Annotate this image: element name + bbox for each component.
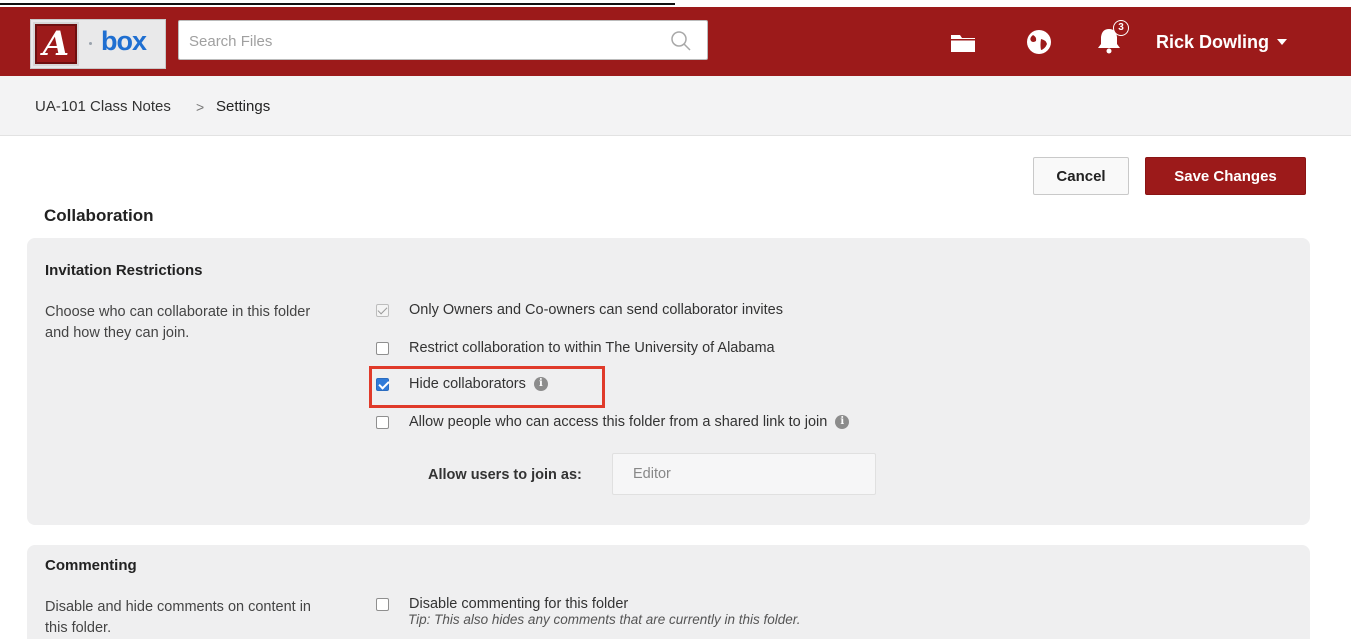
- user-menu[interactable]: Rick Dowling: [1156, 30, 1288, 54]
- search-box[interactable]: [178, 20, 708, 60]
- invitation-restrictions-panel: Invitation Restrictions Choose who can c…: [27, 238, 1310, 525]
- breadcrumb-folder-link[interactable]: UA-101 Class Notes: [35, 98, 171, 115]
- option-label: Only Owners and Co-owners can send colla…: [409, 302, 783, 318]
- top-line: [0, 3, 675, 5]
- chevron-down-icon: [1277, 39, 1288, 45]
- shared-link-join-checkbox[interactable]: [376, 415, 389, 429]
- option-shared-link-join[interactable]: Allow people who can access this folder …: [376, 412, 850, 432]
- search-icon[interactable]: [669, 30, 693, 52]
- panel-description: Disable and hide comments on content in …: [45, 599, 311, 636]
- search-input[interactable]: [189, 30, 649, 52]
- commenting-panel: Commenting Disable and hide comments on …: [27, 545, 1310, 639]
- save-changes-button[interactable]: Save Changes: [1145, 157, 1306, 195]
- breadcrumb-current: Settings: [216, 98, 271, 115]
- user-name: Rick Dowling: [1156, 31, 1270, 52]
- panel-heading: Commenting: [45, 557, 137, 574]
- cancel-button[interactable]: Cancel: [1033, 157, 1129, 195]
- option-restrict-university[interactable]: Restrict collaboration to within The Uni…: [376, 338, 775, 358]
- section-title-collaboration: Collaboration: [44, 206, 154, 225]
- join-as-select[interactable]: Editor: [612, 453, 876, 495]
- option-disable-commenting[interactable]: Disable commenting for this folder: [376, 594, 628, 614]
- notification-badge: 3: [1113, 20, 1129, 36]
- option-owners-only[interactable]: Only Owners and Co-owners can send colla…: [376, 300, 783, 320]
- tip-text: Tip: This also hides any comments that a…: [408, 612, 801, 627]
- university-logo-icon: A: [33, 22, 79, 66]
- logo-separator-dot: [89, 42, 92, 45]
- info-icon[interactable]: i: [835, 415, 850, 429]
- restrict-university-checkbox[interactable]: [376, 341, 389, 355]
- panel-description: Choose who can collaborate in this folde…: [45, 304, 311, 341]
- folder-icon[interactable]: [948, 27, 978, 57]
- breadcrumb-separator-icon: >: [196, 99, 205, 115]
- disable-commenting-checkbox[interactable]: [376, 597, 389, 611]
- logo[interactable]: A box: [30, 19, 166, 69]
- globe-icon[interactable]: [1024, 27, 1054, 57]
- option-label: Disable commenting for this folder: [409, 596, 629, 612]
- option-label: Restrict collaboration to within The Uni…: [409, 340, 775, 356]
- app-header: A box 3 Rick Dowling: [0, 7, 1351, 76]
- breadcrumb: UA-101 Class Notes > Settings: [0, 76, 1351, 136]
- option-label: Allow people who can access this folder …: [409, 414, 828, 430]
- panel-heading: Invitation Restrictions: [45, 262, 203, 279]
- box-logo: box: [101, 26, 147, 56]
- join-as-label: Allow users to join as:: [428, 467, 582, 483]
- owners-only-checkbox[interactable]: [376, 303, 389, 317]
- highlight-box: [369, 366, 605, 408]
- top-strip: [0, 0, 1351, 7]
